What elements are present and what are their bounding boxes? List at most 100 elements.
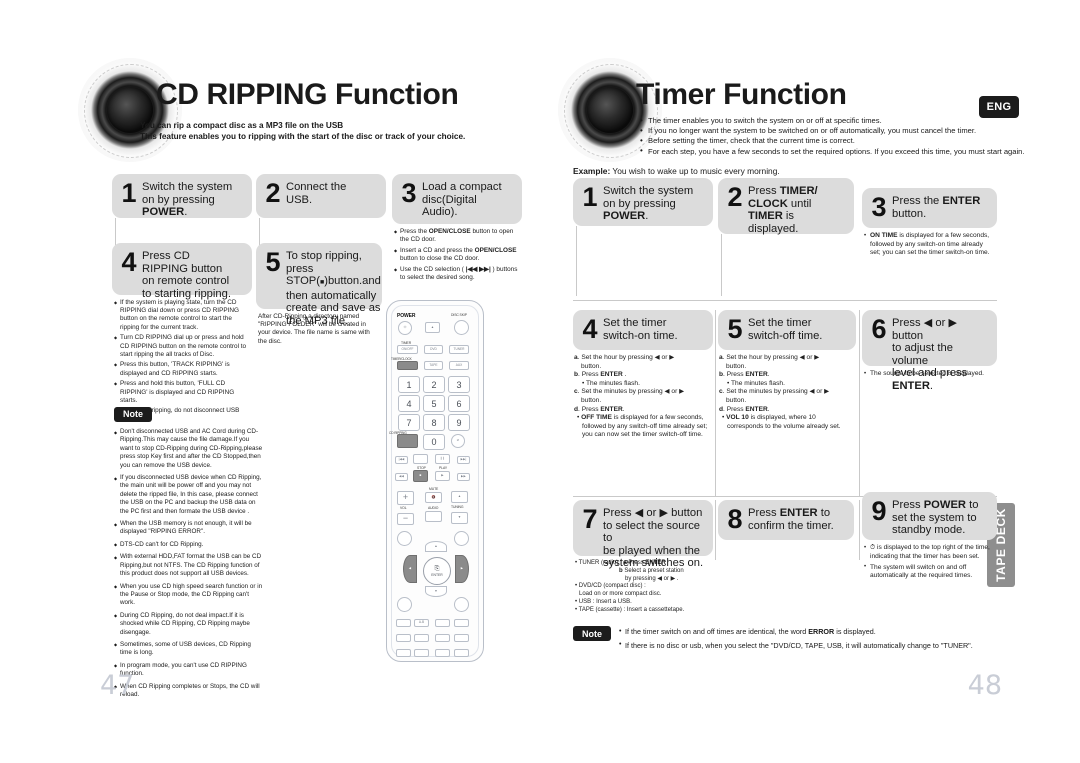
remote-dpad-down-button[interactable]: ▼ <box>425 586 447 597</box>
remote-tuning-up-button[interactable]: ▲ <box>451 491 468 503</box>
step-4-number: 4 <box>121 247 137 277</box>
left-note-item: If you disconnected USB device when CD R… <box>114 474 264 516</box>
remote-protect-button[interactable] <box>454 634 469 642</box>
page-subtitle: You can rip a compact disc as a MP3 file… <box>140 120 540 142</box>
timer-step-6-number: 6 <box>871 314 887 344</box>
remote-timer-onoff-button[interactable]: ON/OFF <box>397 345 418 354</box>
remote-disc-skip-button[interactable] <box>454 320 469 335</box>
timer-step-7-tape: • TAPE (cassette) : Insert a cassettetap… <box>575 606 685 613</box>
remote-dpad-right-button[interactable]: ▶ <box>455 555 469 583</box>
timer-step-7-preset2: by pressing ◀ or ▶ . <box>625 575 679 582</box>
step-3-head: 3 Load a compact disc(Digital Audio). <box>392 174 522 224</box>
remote-tape-button[interactable]: TAPE <box>424 361 443 370</box>
timer-step-1-text: Switch the system on by pressing POWER. <box>603 185 694 223</box>
right-note-body: If the timer switch on and off times are… <box>619 626 1003 654</box>
left-note-item: In program mode, you can't use CD RIPPIN… <box>114 662 264 679</box>
remote-open-close-button[interactable]: ▲ <box>425 322 440 333</box>
step-5-text: To stop ripping, press STOP(■)button.and t… <box>286 250 381 327</box>
remote-number-0[interactable]: 0 <box>423 434 445 450</box>
remote-tuner-memory-button[interactable] <box>435 619 450 627</box>
remote-dimmer-button[interactable] <box>396 634 411 642</box>
timer-step-2-head: 2 Press TIMER/CLOCK until TIMER is display… <box>718 178 854 235</box>
remote-subtitle-button[interactable] <box>454 597 469 612</box>
remote-cancel-button[interactable]: ⊘ <box>451 434 465 448</box>
remote-rewind-button[interactable]: ◀◀ <box>395 473 408 481</box>
timer-step-5-sub-b: b. Press ENTER. <box>719 371 770 379</box>
remote-repeat-button[interactable] <box>396 619 411 627</box>
page-title: Timer Function <box>636 78 847 111</box>
remote-stop-small-button[interactable] <box>413 454 428 464</box>
remote-power-button[interactable]: ⏻ <box>398 321 412 335</box>
remote-number-6[interactable]: 6 <box>448 395 470 412</box>
step-4: 4 Press CD RIPPING button on remote contro… <box>112 243 252 426</box>
remote-shuffle-button[interactable] <box>454 619 469 627</box>
remote-number-4[interactable]: 4 <box>398 395 420 412</box>
left-note-item: When you use CD high speed search functi… <box>114 583 264 608</box>
remote-number-5[interactable]: 5 <box>423 395 445 412</box>
timer-step-5-body: a. Set the hour by pressing ◀ or ▶ button… <box>718 350 856 431</box>
remote-number-9[interactable]: 9 <box>448 414 470 431</box>
remote-repeat-ab-button[interactable]: A-B <box>414 619 429 627</box>
timer-step-4-sub-flash: • The minutes flash. <box>582 379 640 387</box>
remote-next-button[interactable]: ▶▶| <box>457 456 470 464</box>
timer-step-4-head: 4 Set the timer switch-on time. <box>573 310 713 350</box>
remote-enter-button[interactable]: ⎘ ENTER <box>423 557 451 585</box>
remote-volume-up-button[interactable]: + <box>397 491 414 505</box>
remote-timer-clock-button[interactable] <box>397 361 418 370</box>
timer-step-6: 6 Press ◀ or ▶ button to adjust the volum… <box>862 310 997 392</box>
left-note-item: When the USB memory is not enough, it wi… <box>114 520 264 537</box>
remote-dpad[interactable]: ▲ ◀ ▶ ▼ ⎘ ENTER <box>401 539 471 601</box>
remote-dpad-up-button[interactable]: ▲ <box>425 541 447 552</box>
remote-number-7[interactable]: 7 <box>398 414 420 431</box>
step-2-head: 2 Connect the USB. <box>256 174 386 218</box>
remote-stop-button[interactable]: ■ <box>413 470 428 482</box>
timer-step-1-rule <box>576 226 577 296</box>
timer-step-5-sub-c: c. Set the minutes by pressing ◀ or ▶ but… <box>719 388 830 404</box>
timer-step-8: 8 Press ENTER to confirm the timer. <box>718 500 854 540</box>
remote-info-button[interactable] <box>397 597 412 612</box>
remote-disc-skip-label: DISC SKIP <box>451 313 467 317</box>
remote-tuner-button[interactable]: TUNER <box>449 345 469 354</box>
remote-mute-button[interactable]: 🔇 <box>425 492 442 503</box>
remote-number-1[interactable]: 1 <box>398 376 420 393</box>
timer-col-divider-4 <box>859 500 860 560</box>
header-bullet: If you no longer want the system to be s… <box>640 126 1040 136</box>
remote-volume-down-button[interactable]: − <box>397 513 414 525</box>
step-1-number: 1 <box>121 178 137 208</box>
timer-step-3-body: ON TIME is displayed for a few seconds, … <box>862 228 997 258</box>
remote-play-button[interactable]: ▶ <box>435 471 450 481</box>
remote-prev-button[interactable]: |◀◀ <box>395 456 408 464</box>
left-note-item: Sometimes, some of USB devices, CD Rippi… <box>114 641 264 658</box>
remote-pmode-button[interactable] <box>435 634 450 642</box>
step-4-note-3: Press this button, 'TRACK RIPPING' is di… <box>114 361 248 377</box>
remote-rootmenu-button[interactable] <box>414 649 429 657</box>
step-3-note-1: Press the OPEN/CLOSE button to open the … <box>394 228 518 244</box>
timer-step-7-head: 7 Press ◀ or ▶ button to select the sourc… <box>573 500 713 569</box>
remote-forward-button[interactable]: ▶▶ <box>457 473 470 481</box>
remote-aux-button[interactable]: AUX <box>449 361 469 370</box>
remote-premastr-button[interactable] <box>454 649 469 657</box>
remote-dvd-button[interactable]: DVD <box>424 345 443 354</box>
timer-step-5-sub-vol: • VOL 10 is displayed, where 10 correspo… <box>722 414 841 430</box>
remote-cd-ripping-button[interactable] <box>397 434 418 448</box>
timer-step-1-head: 1 Switch the system on by pressing POWER. <box>573 178 713 226</box>
remote-number-8[interactable]: 8 <box>423 414 445 431</box>
timer-step-2-number: 2 <box>727 182 743 212</box>
remote-pause-button[interactable]: ❙❙ <box>435 454 450 464</box>
remote-pgogno-button[interactable] <box>414 634 429 642</box>
remote-tuning-down-button[interactable]: ▼ <box>451 512 468 524</box>
remote-dpad-left-button[interactable]: ◀ <box>403 555 417 583</box>
remote-number-2[interactable]: 2 <box>423 376 445 393</box>
remote-angle-button[interactable] <box>435 649 450 657</box>
page-number-left: 47 <box>100 670 135 701</box>
remote-number-3[interactable]: 3 <box>448 376 470 393</box>
timer-step-7-dvdcd2: Load on or more compact disc. <box>579 591 662 598</box>
timer-step-9-head: 9 Press POWER to set the system to standby… <box>862 492 997 540</box>
right-note: Note If the timer switch on and off time… <box>573 626 1003 654</box>
remote-audio-button[interactable] <box>425 511 442 522</box>
remote-sleep-button[interactable] <box>396 649 411 657</box>
step-5-number: 5 <box>265 247 281 277</box>
right-note-item: If the timer switch on and off times are… <box>619 627 1003 637</box>
timer-step-4: 4 Set the timer switch-on time. a. Set th… <box>573 310 713 440</box>
timer-step-6-note: The source to be selected is displayed. <box>864 370 993 379</box>
